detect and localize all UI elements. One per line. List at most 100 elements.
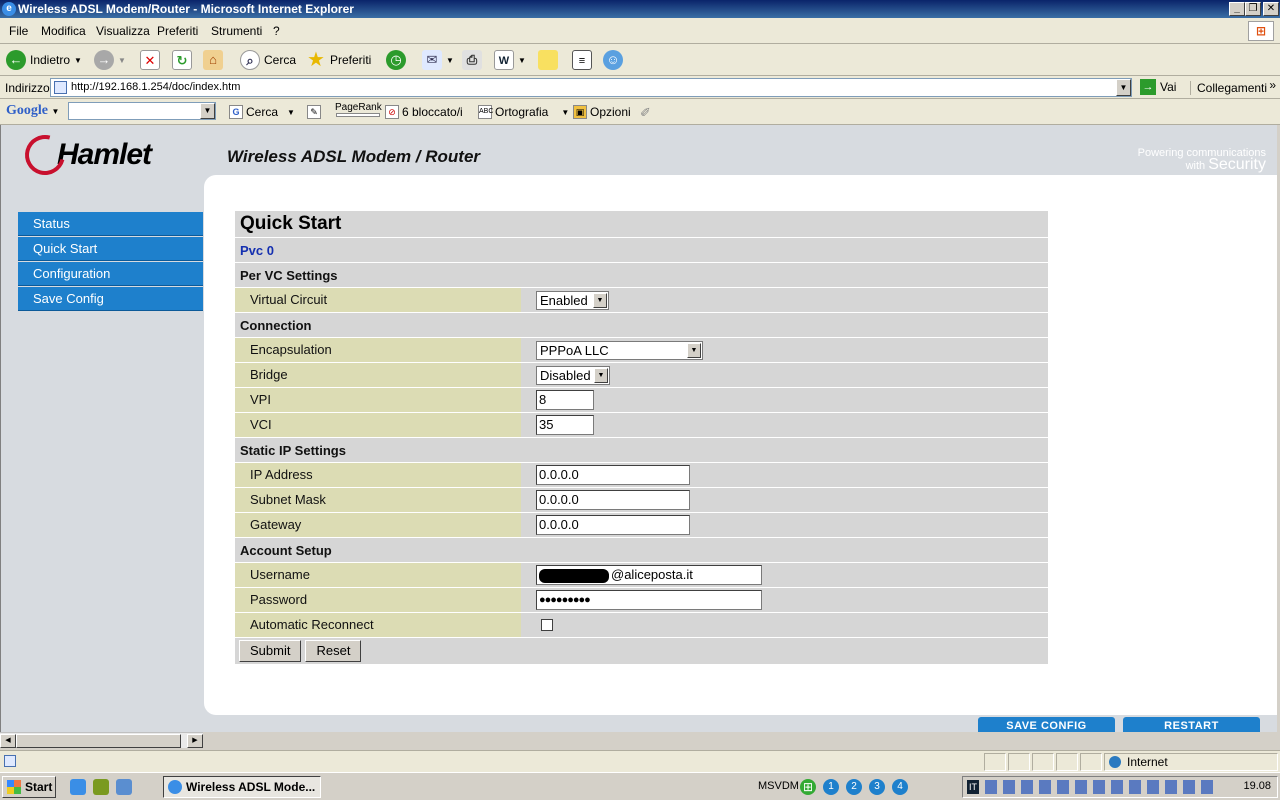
options-button[interactable]: ▣ Opzioni — [573, 105, 631, 119]
google-search-dropdown-icon[interactable]: ▼ — [200, 103, 215, 119]
search-button[interactable]: ⌕ Cerca — [240, 49, 296, 71]
desktop-grid-icon[interactable]: ⊞ — [800, 779, 816, 795]
chevron-down-icon: ▼ — [594, 367, 608, 383]
desktop-4-button[interactable]: 4 — [892, 779, 908, 795]
mail-button[interactable]: ✉ ▼ — [422, 49, 454, 71]
close-button[interactable]: ✕ — [1263, 2, 1279, 16]
window-title-bar: e Wireless ADSL Modem/Router - Microsoft… — [0, 0, 1280, 18]
menu-modifica[interactable]: Modifica — [41, 24, 86, 38]
refresh-button[interactable]: ↻ — [172, 49, 192, 71]
scrollbar-thumb[interactable] — [16, 734, 181, 748]
spellcheck-label: Ortografia — [495, 105, 549, 119]
go-button[interactable]: → Vai — [1140, 79, 1176, 95]
status-cell — [1056, 753, 1078, 771]
favorites-button[interactable]: ★ Preferiti — [306, 49, 371, 71]
options-icon: ▣ — [573, 105, 587, 119]
pvc-link[interactable]: Pvc 0 — [235, 238, 1048, 263]
ip-address-label: IP Address — [235, 463, 521, 487]
desktop-1-button[interactable]: 1 — [823, 779, 839, 795]
status-bar: Internet — [0, 750, 1280, 772]
google-search-button[interactable]: G Cerca ▼ — [229, 105, 295, 119]
notes-button[interactable] — [538, 49, 558, 71]
menu-visualizza[interactable]: Visualizza — [96, 24, 150, 38]
history-button[interactable]: ◷ — [386, 49, 406, 71]
horizontal-scrollbar[interactable]: ◀ ▶ — [0, 732, 203, 748]
bridge-select[interactable]: Disabled ▼ — [536, 365, 610, 385]
edit-button[interactable]: W ▼ — [494, 49, 526, 71]
submit-button[interactable]: Submit — [239, 640, 302, 662]
automatic-reconnect-checkbox[interactable] — [541, 619, 553, 631]
back-dropdown-icon[interactable]: ▼ — [74, 56, 82, 65]
mail-dropdown-icon[interactable]: ▼ — [446, 56, 454, 65]
stop-button[interactable]: ✕ — [140, 49, 160, 71]
scroll-left-icon[interactable]: ◀ — [0, 734, 16, 748]
username-input[interactable]: @aliceposta.it — [536, 565, 762, 585]
desktop-3-button[interactable]: 3 — [869, 779, 885, 795]
start-button[interactable]: Start — [2, 776, 56, 798]
sidebar-item-status[interactable]: Status — [18, 212, 203, 236]
vpi-input[interactable]: 8 — [536, 390, 594, 410]
encapsulation-select[interactable]: PPPoA LLC ▼ — [536, 340, 703, 360]
google-search-input[interactable] — [68, 102, 216, 120]
taskbar-item-ie-window[interactable]: Wireless ADSL Mode... — [163, 776, 321, 798]
automatic-reconnect-label: Automatic Reconnect — [235, 613, 521, 637]
vpi-label: VPI — [235, 388, 521, 412]
ip-address-input[interactable]: 0.0.0.0 — [536, 465, 690, 485]
forward-dropdown-icon[interactable]: ▼ — [118, 56, 126, 65]
google-logo[interactable]: Google ▼ — [6, 103, 59, 119]
document-icon: ≡ — [572, 50, 592, 70]
subnet-mask-input[interactable]: 0.0.0.0 — [536, 490, 690, 510]
highlighter-button[interactable]: ✐ — [640, 105, 651, 121]
pagerank-label: PageRank — [335, 102, 382, 113]
window-title: Wireless ADSL Modem/Router - Microsoft I… — [18, 2, 354, 16]
messenger-button[interactable]: ☺ — [603, 49, 623, 71]
sidebar-item-configuration[interactable]: Configuration — [18, 262, 203, 286]
ie-quicklaunch-icon[interactable] — [70, 779, 86, 795]
virtual-circuit-select[interactable]: Enabled ▼ — [536, 290, 609, 310]
home-button[interactable]: ⌂ — [203, 49, 223, 71]
username-value: @aliceposta.it — [611, 567, 693, 582]
app-quicklaunch-icon[interactable] — [93, 779, 109, 795]
back-button[interactable]: ← Indietro ▼ — [6, 49, 82, 71]
forward-button[interactable]: → ▼ — [94, 49, 126, 71]
spellcheck-button[interactable]: ABC Ortografia ▼ — [478, 105, 569, 119]
standard-toolbar: ← Indietro ▼ → ▼ ✕ ↻ ⌂ ⌕ Cerca ★ Preferi… — [0, 44, 1280, 76]
bridge-value: Disabled — [540, 367, 591, 383]
bridge-label: Bridge — [235, 363, 521, 387]
go-label: Vai — [1160, 80, 1177, 94]
menu-help[interactable]: ? — [273, 24, 280, 38]
restore-button[interactable]: ❐ — [1245, 2, 1261, 16]
reset-button[interactable]: Reset — [305, 640, 362, 662]
desktop-quicklaunch-icon[interactable] — [116, 779, 132, 795]
popup-blocker-button[interactable]: ⊘ 6 bloccato/i — [385, 105, 463, 119]
language-icon[interactable]: IT — [967, 780, 979, 794]
tray-icons[interactable] — [985, 780, 1217, 794]
sidebar-item-quick-start[interactable]: Quick Start — [18, 237, 203, 261]
tagline-line-3: Security — [1208, 156, 1266, 173]
restart-button[interactable]: RESTART — [1123, 717, 1260, 732]
desktop-2-button[interactable]: 2 — [846, 779, 862, 795]
links-toolbar[interactable]: Collegamenti — [1190, 81, 1267, 95]
status-cell — [984, 753, 1006, 771]
chevron-right-icon[interactable]: » — [1269, 78, 1276, 92]
save-config-button[interactable]: SAVE CONFIG — [978, 717, 1115, 732]
gateway-input[interactable]: 0.0.0.0 — [536, 515, 690, 535]
back-label: Indietro — [30, 53, 71, 67]
print-button[interactable]: ⎙ — [462, 49, 482, 71]
address-dropdown-icon[interactable]: ▼ — [1116, 79, 1131, 96]
menu-preferiti[interactable]: Preferiti — [157, 24, 198, 38]
vci-input[interactable]: 35 — [536, 415, 594, 435]
menu-strumenti[interactable]: Strumenti — [211, 24, 262, 38]
google-search-label: Cerca — [246, 105, 279, 119]
research-button[interactable]: ≡ — [572, 49, 592, 71]
address-input[interactable]: http://192.168.1.254/doc/index.htm — [50, 78, 1132, 97]
news-icon: ✎ — [307, 105, 321, 119]
sidebar-item-save-config[interactable]: Save Config — [18, 287, 203, 311]
password-input[interactable]: ●●●●●●●●● — [536, 590, 762, 610]
news-button[interactable]: ✎ — [307, 105, 321, 119]
status-cell — [1008, 753, 1030, 771]
menu-file[interactable]: File — [9, 24, 28, 38]
edit-dropdown-icon[interactable]: ▼ — [518, 56, 526, 65]
minimize-button[interactable]: _ — [1229, 2, 1245, 16]
scroll-right-icon[interactable]: ▶ — [187, 734, 203, 748]
